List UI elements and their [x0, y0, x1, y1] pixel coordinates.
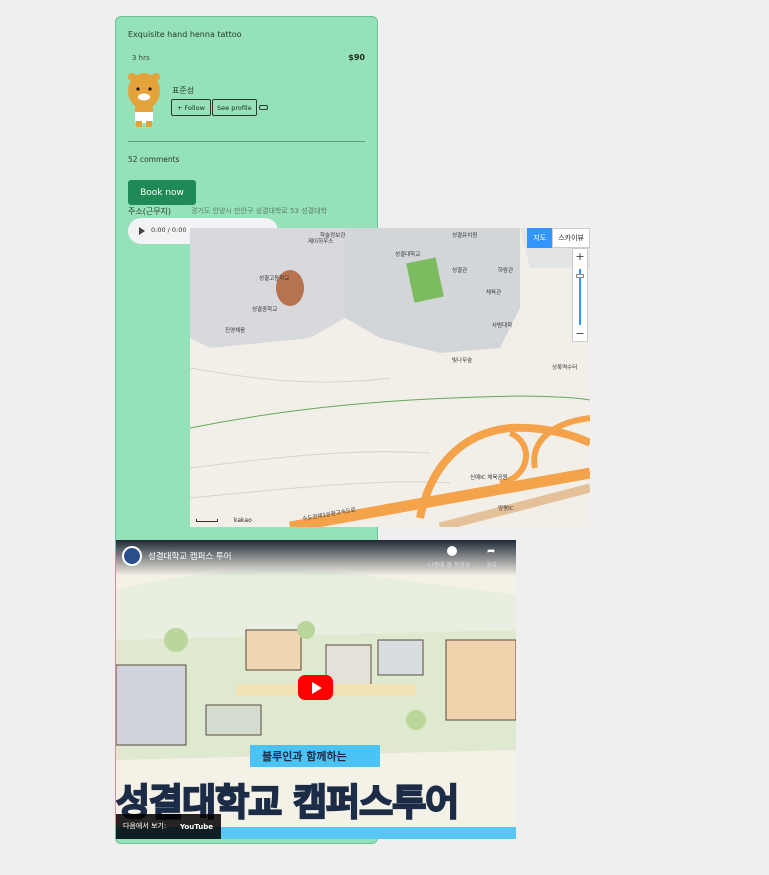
- subtitle-text: 블루인과 함께하는: [262, 750, 347, 763]
- map-label: 상록역수터: [552, 365, 578, 371]
- comments-count[interactable]: 52 comments: [128, 155, 179, 164]
- divider: [128, 141, 365, 142]
- address-value: 경기도 안양시 만안구 성결대학로 53 성결대학: [191, 207, 327, 215]
- map-label: 양평IC: [498, 506, 514, 512]
- avatar: [126, 69, 162, 129]
- clock-icon[interactable]: [447, 546, 457, 556]
- map-tab-map[interactable]: 지도: [527, 228, 553, 248]
- map-label: 체육관: [486, 290, 502, 296]
- map-label: 성결중학교: [252, 307, 278, 313]
- play-button[interactable]: [298, 675, 333, 700]
- author-name: 표준성: [172, 86, 195, 95]
- more-button[interactable]: [259, 105, 268, 110]
- zoom-out-button[interactable]: −: [573, 327, 587, 340]
- map-label: 제이하우스: [308, 239, 334, 245]
- map-scale: [196, 519, 218, 522]
- youtube-embed[interactable]: 성결대학교 캠퍼스 투어 나중에 볼 동영상 ➦ 공유 블루인과 함께하는 성결…: [116, 540, 516, 839]
- kakao-logo: kakao: [234, 517, 252, 524]
- play-icon[interactable]: [139, 227, 145, 235]
- video-title[interactable]: 성결대학교 캠퍼스 투어: [148, 550, 232, 562]
- share-label[interactable]: 공유: [486, 560, 497, 569]
- youtube-logo[interactable]: YouTube: [180, 823, 213, 831]
- watch-later-label[interactable]: 나중에 볼 동영상: [428, 560, 470, 569]
- map-label: 빛나무숲: [452, 358, 473, 364]
- zoom-control[interactable]: + −: [572, 248, 588, 342]
- service-price: $90: [348, 53, 365, 62]
- zoom-handle[interactable]: [576, 274, 584, 278]
- map-label: 성결고등학교: [259, 276, 290, 282]
- service-title: Exquisite hand henna tattoo: [128, 30, 242, 39]
- map-label: 사범대학: [492, 323, 513, 329]
- see-profile-button[interactable]: See profile: [212, 99, 257, 116]
- map-label: 신예IC 체육공원: [470, 475, 508, 481]
- map-tab-skyview[interactable]: 스카이뷰: [552, 228, 590, 248]
- map-label: 진영채움: [225, 328, 246, 334]
- book-now-button[interactable]: Book now: [128, 180, 196, 205]
- watch-on-youtube[interactable]: 다음에서 보기: YouTube: [116, 814, 221, 839]
- follow-button[interactable]: + Follow: [171, 99, 211, 116]
- map-label: 하람관: [498, 268, 514, 274]
- address-label: 주소(근무지): [128, 207, 172, 216]
- zoom-in-button[interactable]: +: [573, 250, 587, 263]
- channel-logo[interactable]: [122, 546, 142, 566]
- map-canvas[interactable]: [190, 228, 590, 527]
- audio-time: 0:00 / 0:00: [151, 226, 187, 234]
- service-duration: 3 hrs: [132, 54, 150, 62]
- map-label: 성결대학교: [395, 252, 421, 258]
- map-label: 성결관: [452, 268, 468, 274]
- map-embed[interactable]: 학술정보관 성결대학교 성결고등학교 성결중학교 진영채움 성결유치원 제이하우…: [190, 228, 590, 527]
- map-label: 성결유치원: [452, 233, 478, 239]
- watch-on-label: 다음에서 보기:: [123, 822, 167, 830]
- share-icon[interactable]: ➦: [487, 546, 495, 557]
- map-type-toggle[interactable]: 지도 스카이뷰: [527, 228, 590, 248]
